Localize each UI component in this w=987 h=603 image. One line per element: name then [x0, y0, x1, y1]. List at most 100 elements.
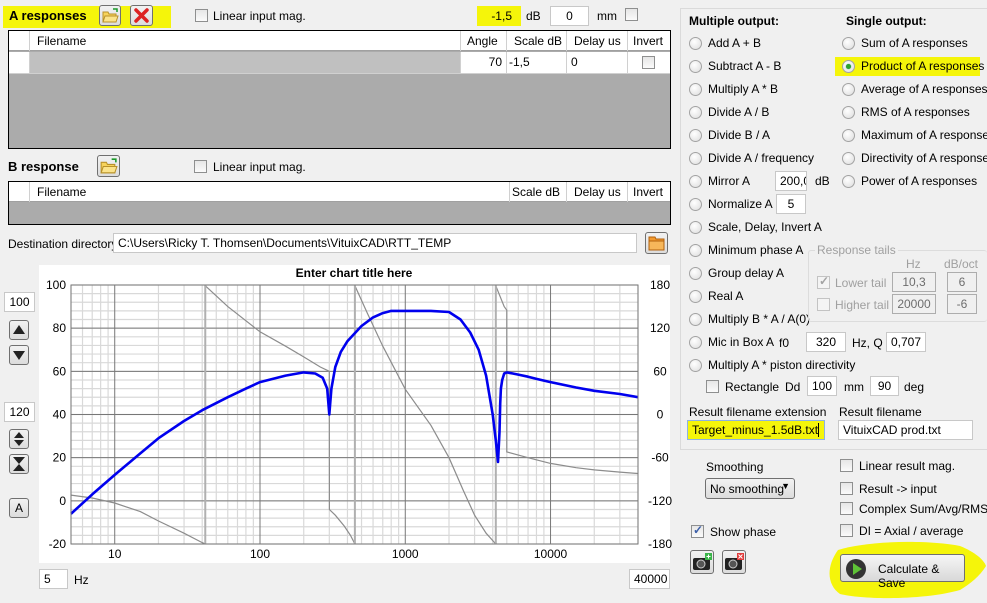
multiple-output-radio[interactable] [689, 221, 702, 234]
single-output-radio[interactable] [842, 175, 855, 188]
dd-label: Dd [785, 380, 801, 394]
multiple-output-radio[interactable] [689, 83, 702, 96]
result-input-label: Result -> input [859, 482, 937, 496]
y2-tick-label: 0 [657, 408, 664, 422]
multiple-output-radio[interactable] [689, 290, 702, 303]
y-tick-label: 60 [53, 364, 67, 378]
multiple-output-option-label[interactable]: Real A [708, 289, 743, 303]
normalize-value-input[interactable]: 5 [776, 194, 806, 214]
multiple-output-radio[interactable] [689, 175, 702, 188]
calculate-save-button[interactable]: Calculate & Save [840, 554, 965, 590]
dd-unit: mm [844, 380, 864, 394]
y2-tick-label: -120 [648, 494, 672, 508]
multiple-output-radio[interactable] [689, 359, 702, 372]
higher-tail-label: Higher tail [835, 298, 890, 312]
y-tick-label: 100 [46, 278, 66, 292]
mirror-value-input[interactable]: 200,0 [775, 171, 807, 191]
result-filename-input[interactable]: VituixCAD prod.txt [838, 420, 973, 440]
add-snapshot-button[interactable] [690, 550, 714, 574]
single-output-option-label[interactable]: Directivity of A responses [861, 151, 987, 165]
multiple-output-option-label[interactable]: Divide B / A [708, 128, 770, 142]
di-label: DI = Axial / average [859, 524, 964, 538]
multiple-output-radio[interactable] [689, 129, 702, 142]
multiple-output-option-label[interactable]: Group delay A [708, 266, 784, 280]
multiple-output-radio[interactable] [689, 313, 702, 326]
result-extension-input[interactable]: Target_minus_1.5dB.txt [687, 420, 825, 440]
multiple-output-option-label[interactable]: Minimum phase A [708, 243, 803, 257]
multiple-output-option-label[interactable]: Multiply A * piston directivity [708, 358, 855, 372]
single-output-option-label[interactable]: Sum of A responses [861, 36, 968, 50]
single-output-option-label[interactable]: Product of A responses [861, 59, 984, 73]
complex-checkbox[interactable] [840, 502, 853, 515]
multiple-output-radio[interactable] [689, 37, 702, 50]
multiple-output-option-label[interactable]: Divide A / B [708, 105, 769, 119]
single-output-option-label[interactable]: RMS of A responses [861, 105, 970, 119]
multiple-output-radio[interactable] [689, 106, 702, 119]
multiple-output-option-label[interactable]: Normalize A [708, 197, 773, 211]
multiple-output-radio[interactable] [689, 60, 702, 73]
multiple-output-radio[interactable] [689, 336, 702, 349]
single-output-radio[interactable] [842, 83, 855, 96]
single-output-title: Single output: [846, 14, 927, 28]
result-extension-value: Target_minus_1.5dB.txt [692, 423, 819, 437]
lower-tail-label: Lower tail [835, 276, 887, 290]
remove-snapshot-button[interactable] [722, 550, 746, 574]
multiple-output-option-label[interactable]: Divide A / frequency [708, 151, 814, 165]
y2-tick-label: 60 [653, 364, 667, 378]
y-tick-label: 80 [53, 321, 67, 335]
lower-tail-checkbox[interactable] [817, 274, 830, 289]
multiple-output-option-label[interactable]: Subtract A - B [708, 59, 781, 73]
deg-input[interactable]: 90 [870, 376, 899, 396]
higher-tail-dboct-input[interactable]: -6 [947, 294, 977, 314]
show-phase-checkbox[interactable] [691, 523, 704, 538]
single-output-option-label[interactable]: Average of A responses [861, 82, 987, 96]
multiple-output-option-label[interactable]: Mic in Box A [708, 335, 774, 349]
x-max-input[interactable]: 40000 [629, 569, 670, 589]
multiple-output-option-label[interactable]: Multiply A * B [708, 82, 778, 96]
y-tick-label: 20 [53, 451, 67, 465]
phase-curve-segment [495, 284, 639, 475]
mic-q-input[interactable]: 0,707 [886, 332, 926, 352]
multiple-output-option-label[interactable]: Scale, Delay, Invert A [708, 220, 822, 234]
text-cursor [818, 423, 820, 437]
multiple-output-radio[interactable] [689, 244, 702, 257]
tails-hz-header: Hz [906, 257, 921, 271]
multiple-output-option-label[interactable]: Add A + B [708, 36, 761, 50]
tails-dboct-header: dB/oct [944, 257, 979, 271]
multiple-output-option-label[interactable]: Multiply B * A / A(0) [708, 312, 810, 326]
x-tick-label: 10000 [534, 547, 568, 561]
single-output-radio[interactable] [842, 152, 855, 165]
single-output-radio[interactable] [842, 106, 855, 119]
y-tick-label: 0 [59, 494, 66, 508]
phase-curve-segment [70, 494, 206, 545]
multiple-output-radio[interactable] [689, 152, 702, 165]
smoothing-select[interactable]: No smoothing ▼ [705, 478, 795, 499]
single-output-option-label[interactable]: Power of A responses [861, 174, 977, 188]
di-checkbox[interactable] [840, 524, 853, 537]
single-output-radio[interactable] [842, 129, 855, 142]
rectangle-label: Rectangle [725, 380, 780, 394]
show-phase-label: Show phase [710, 525, 777, 539]
single-output-radio[interactable] [842, 37, 855, 50]
linear-result-checkbox[interactable] [840, 459, 853, 472]
response-tails-title: Response tails [815, 243, 898, 257]
x-unit-label: Hz [74, 573, 89, 587]
chart-title[interactable]: Enter chart title here [296, 266, 413, 280]
lower-tail-hz-input[interactable]: 10,3 [892, 272, 936, 292]
rectangle-checkbox[interactable] [706, 380, 719, 393]
single-output-option-label[interactable]: Maximum of A responses [861, 128, 987, 142]
higher-tail-checkbox[interactable] [817, 298, 830, 311]
dd-input[interactable]: 100 [807, 376, 837, 396]
camera-remove-icon [725, 553, 744, 570]
smoothing-value: No smoothing [710, 482, 785, 496]
multiple-output-radio[interactable] [689, 198, 702, 211]
higher-tail-hz-input[interactable]: 20000 [892, 294, 936, 314]
result-input-checkbox[interactable] [840, 482, 853, 495]
single-output-radio[interactable] [842, 60, 855, 73]
linear-result-label: Linear result mag. [859, 459, 956, 473]
x-min-input[interactable]: 5 [39, 569, 68, 589]
multiple-output-radio[interactable] [689, 267, 702, 280]
mic-f0-input[interactable]: 320 [806, 332, 846, 352]
lower-tail-dboct-input[interactable]: 6 [947, 272, 977, 292]
multiple-output-option-label[interactable]: Mirror A [708, 174, 750, 188]
